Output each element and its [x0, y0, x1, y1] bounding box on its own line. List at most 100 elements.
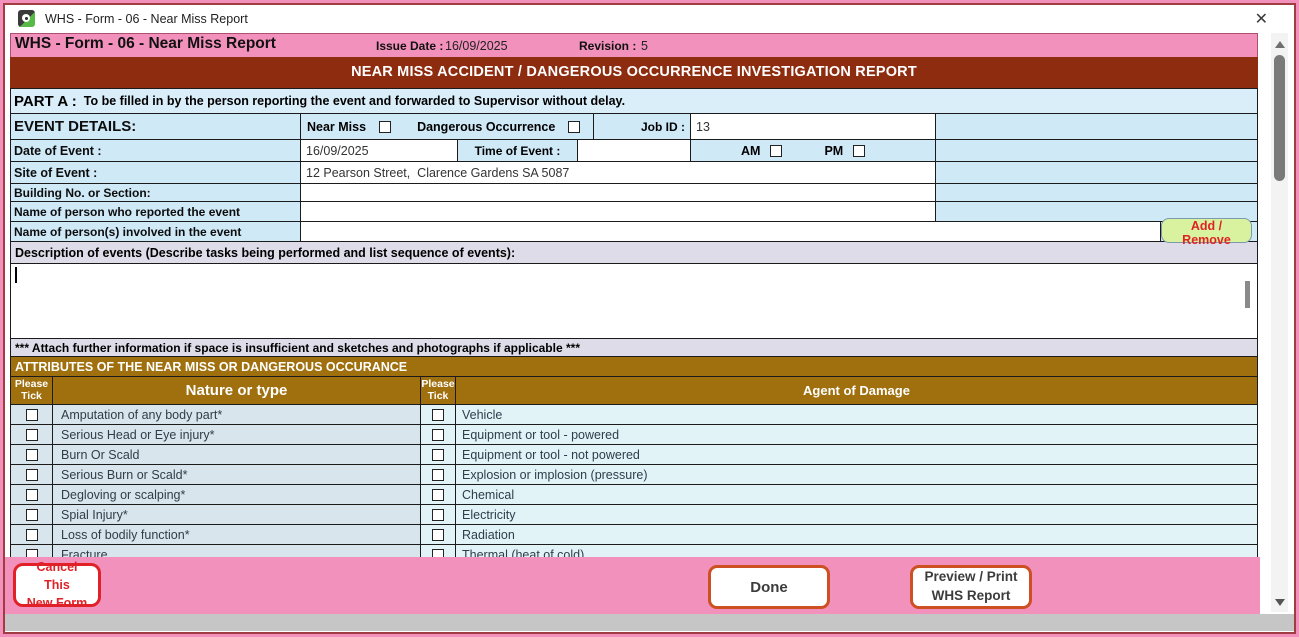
- agent-checkbox[interactable]: [432, 529, 444, 541]
- part-a-text: To be filled in by the person reporting …: [84, 94, 625, 108]
- nature-cell: Serious Head or Eye injury*: [53, 425, 421, 444]
- event-details-row: EVENT DETAILS: Near Miss Dangerous Occur…: [10, 114, 1258, 140]
- event-type-cell: Near Miss Dangerous Occurrence: [301, 114, 594, 139]
- close-icon[interactable]: ✕: [1255, 9, 1268, 29]
- date-of-event-label: Date of Event :: [11, 140, 301, 161]
- am-label: AM: [741, 144, 760, 158]
- footer-bar: Cancel ThisNew Form Done Preview / Print…: [5, 557, 1260, 614]
- cancel-line1: Cancel This: [22, 558, 92, 594]
- scrollbar-thumb[interactable]: [1274, 55, 1285, 181]
- nature-tick-cell: [11, 425, 53, 444]
- time-of-event-label: Time of Event :: [458, 140, 578, 161]
- dangerous-occurrence-checkbox[interactable]: [568, 121, 580, 133]
- nature-tick-cell: [11, 465, 53, 484]
- nature-checkbox[interactable]: [26, 449, 38, 461]
- report-banner: NEAR MISS ACCIDENT / DANGEROUS OCCURRENC…: [10, 57, 1258, 88]
- agent-cell: Equipment or tool - powered: [456, 425, 1257, 444]
- agent-cell: Radiation: [456, 525, 1257, 544]
- nature-tick-cell: [11, 505, 53, 524]
- dangerous-occurrence-label: Dangerous Occurrence: [417, 120, 555, 134]
- window-title: WHS - Form - 06 - Near Miss Report: [45, 12, 248, 26]
- cancel-line2: New Form: [22, 594, 92, 612]
- event-row-filler: [936, 114, 1257, 139]
- table-row: Burn Or Scald Equipment or tool - not po…: [10, 445, 1258, 465]
- building-row-filler: [936, 184, 1257, 201]
- nature-checkbox[interactable]: [26, 529, 38, 541]
- nature-tick-cell: [11, 445, 53, 464]
- date-row-filler: [936, 140, 1257, 161]
- agent-cell: Equipment or tool - not powered: [456, 445, 1257, 464]
- site-of-event-label: Site of Event :: [11, 162, 301, 183]
- agent-checkbox[interactable]: [432, 509, 444, 521]
- agent-cell: Electricity: [456, 505, 1257, 524]
- pm-label: PM: [824, 144, 843, 158]
- building-row: Building No. or Section:: [10, 184, 1258, 202]
- preview-print-button[interactable]: Preview / PrintWHS Report: [910, 565, 1032, 609]
- time-of-event-field[interactable]: [578, 140, 691, 161]
- reported-by-row: Name of person who reported the event: [10, 202, 1258, 222]
- involved-row-filler: Add / Remove: [1161, 222, 1257, 241]
- reported-by-dropdown[interactable]: [301, 202, 936, 221]
- nature-checkbox[interactable]: [26, 429, 38, 441]
- table-row: Degloving or scalping* Chemical: [10, 485, 1258, 505]
- text-cursor: [15, 267, 17, 283]
- preview-line1: Preview / Print: [919, 568, 1023, 587]
- scrollbar-track[interactable]: [1271, 33, 1288, 612]
- nature-cell: Serious Burn or Scald*: [53, 465, 421, 484]
- scroll-up-icon[interactable]: [1275, 41, 1285, 48]
- near-miss-checkbox[interactable]: [379, 121, 391, 133]
- add-remove-button[interactable]: Add / Remove: [1161, 218, 1252, 243]
- agent-tick-cell: [421, 485, 456, 504]
- agent-cell: Vehicle: [456, 405, 1257, 424]
- pm-checkbox[interactable]: [853, 145, 865, 157]
- nature-cell: Loss of bodily function*: [53, 525, 421, 544]
- description-textarea[interactable]: [10, 264, 1258, 339]
- done-button[interactable]: Done: [708, 565, 830, 609]
- nature-checkbox[interactable]: [26, 469, 38, 481]
- agent-tick-cell: [421, 405, 456, 424]
- col-header-please-tick-1: Please Tick: [11, 377, 53, 404]
- building-label: Building No. or Section:: [11, 184, 301, 201]
- app-window: WHS - Form - 06 - Near Miss Report ✕ WHS…: [0, 0, 1299, 637]
- site-of-event-field[interactable]: 12 Pearson Street, Clarence Gardens SA 5…: [301, 162, 936, 183]
- nature-tick-cell: [11, 525, 53, 544]
- part-a-row: PART A : To be filled in by the person r…: [10, 88, 1258, 114]
- job-id-field[interactable]: 13: [691, 114, 936, 139]
- horizontal-scrollbar[interactable]: [5, 614, 1294, 631]
- agent-checkbox[interactable]: [432, 429, 444, 441]
- revision-label: Revision :: [579, 39, 636, 53]
- event-details-label: EVENT DETAILS:: [11, 114, 301, 139]
- attributes-section-header: ATTRIBUTES OF THE NEAR MISS OR DANGEROUS…: [10, 357, 1258, 377]
- agent-checkbox[interactable]: [432, 469, 444, 481]
- scroll-down-icon[interactable]: [1275, 599, 1285, 606]
- nature-checkbox[interactable]: [26, 409, 38, 421]
- nature-cell: Amputation of any body part*: [53, 405, 421, 424]
- window-inner: WHS - Form - 06 - Near Miss Report ✕ WHS…: [3, 3, 1296, 634]
- date-of-event-field[interactable]: 16/09/2025: [301, 140, 458, 161]
- part-a-label: PART A :: [14, 93, 77, 110]
- vertical-scrollbar[interactable]: [1260, 33, 1294, 612]
- am-checkbox[interactable]: [770, 145, 782, 157]
- agent-tick-cell: [421, 525, 456, 544]
- title-bar: WHS - Form - 06 - Near Miss Report ✕: [5, 5, 1294, 33]
- involved-persons-field[interactable]: [301, 222, 1161, 241]
- cancel-form-button[interactable]: Cancel ThisNew Form: [13, 563, 101, 607]
- description-header: Description of events (Describe tasks be…: [10, 242, 1258, 264]
- agent-checkbox[interactable]: [432, 489, 444, 501]
- table-row: Amputation of any body part* Vehicle: [10, 405, 1258, 425]
- agent-tick-cell: [421, 505, 456, 524]
- building-field[interactable]: [301, 184, 936, 201]
- nature-cell: Spial Injury*: [53, 505, 421, 524]
- attach-note: *** Attach further information if space …: [10, 339, 1258, 357]
- agent-checkbox[interactable]: [432, 409, 444, 421]
- agent-checkbox[interactable]: [432, 449, 444, 461]
- textarea-scrollbar-thumb[interactable]: [1245, 281, 1250, 308]
- table-row: Spial Injury* Electricity: [10, 505, 1258, 525]
- issue-date-label: Issue Date :: [376, 39, 443, 53]
- table-row: Serious Head or Eye injury* Equipment or…: [10, 425, 1258, 445]
- table-row: Loss of bodily function* Radiation: [10, 525, 1258, 545]
- nature-checkbox[interactable]: [26, 489, 38, 501]
- revision-value: 5: [641, 39, 648, 53]
- attributes-table-header: Please Tick Nature or type Please Tick A…: [10, 377, 1258, 405]
- nature-checkbox[interactable]: [26, 509, 38, 521]
